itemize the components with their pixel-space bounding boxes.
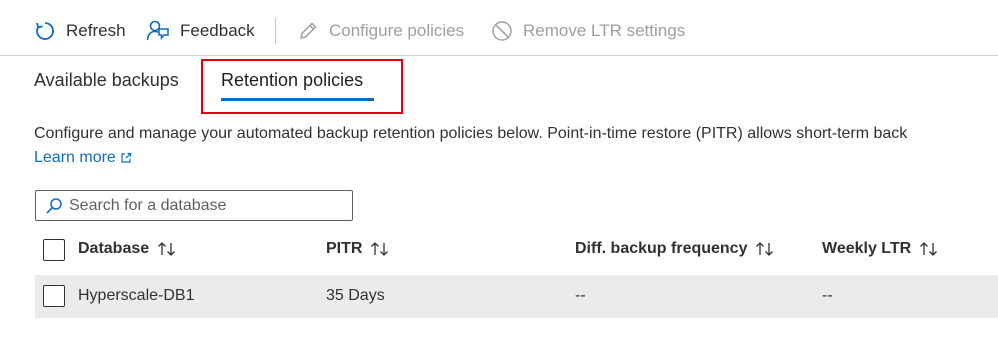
description-text: Configure and manage your automated back…	[34, 125, 908, 142]
feedback-label: Feedback	[180, 21, 255, 40]
learn-more-label: Learn more	[34, 149, 116, 166]
sort-icon[interactable]	[157, 241, 177, 257]
edit-icon	[300, 22, 317, 39]
command-bar: Refresh Feedback Configure policies Remo…	[0, 0, 998, 56]
refresh-icon	[36, 22, 54, 40]
search-box[interactable]	[35, 190, 353, 221]
backups-page: Refresh Feedback Configure policies Remo…	[0, 0, 998, 337]
cell-diff-backup-frequency: --	[575, 287, 586, 304]
cell-pitr: 35 Days	[326, 287, 385, 304]
column-header-database-label: Database	[78, 240, 150, 257]
refresh-button[interactable]: Refresh	[34, 14, 126, 48]
highlight-annotation-box	[201, 59, 403, 114]
sort-icon[interactable]	[755, 241, 775, 257]
configure-policies-label: Configure policies	[329, 21, 465, 40]
column-header-weekly-label: Weekly LTR	[822, 240, 912, 257]
table-row[interactable]: Hyperscale-DB1 35 Days -- --	[35, 275, 998, 318]
search-icon	[46, 197, 62, 214]
block-icon	[492, 21, 512, 41]
remove-ltr-settings-label: Remove LTR settings	[523, 21, 686, 40]
cell-database: Hyperscale-DB1	[78, 287, 195, 304]
sort-icon[interactable]	[370, 241, 390, 257]
feedback-icon	[146, 20, 169, 41]
grid-header-row: Database PITR Diff. backup frequency Wee…	[35, 230, 998, 272]
sort-icon[interactable]	[919, 241, 939, 257]
learn-more-link[interactable]: Learn more	[34, 149, 132, 167]
feedback-button[interactable]: Feedback	[146, 14, 255, 48]
column-header-diff-label: Diff. backup frequency	[575, 240, 748, 257]
remove-ltr-settings-button[interactable]: Remove LTR settings	[491, 14, 685, 48]
tab-available-backups-label: Available backups	[34, 70, 179, 90]
column-header-pitr[interactable]: PITR	[326, 240, 390, 258]
external-link-icon	[121, 152, 131, 163]
column-header-pitr-label: PITR	[326, 240, 363, 257]
column-header-weekly-ltr[interactable]: Weekly LTR	[822, 240, 939, 258]
row-checkbox[interactable]	[43, 285, 65, 307]
tab-available-backups[interactable]: Available backups	[34, 70, 179, 91]
configure-policies-button[interactable]: Configure policies	[297, 14, 464, 48]
column-header-database[interactable]: Database	[78, 240, 177, 258]
column-header-diff-backup-frequency[interactable]: Diff. backup frequency	[575, 240, 775, 258]
cell-weekly-ltr: --	[822, 287, 833, 304]
search-input[interactable]	[69, 196, 329, 215]
select-all-checkbox[interactable]	[43, 239, 65, 261]
toolbar-divider	[275, 18, 276, 44]
refresh-label: Refresh	[66, 21, 126, 40]
